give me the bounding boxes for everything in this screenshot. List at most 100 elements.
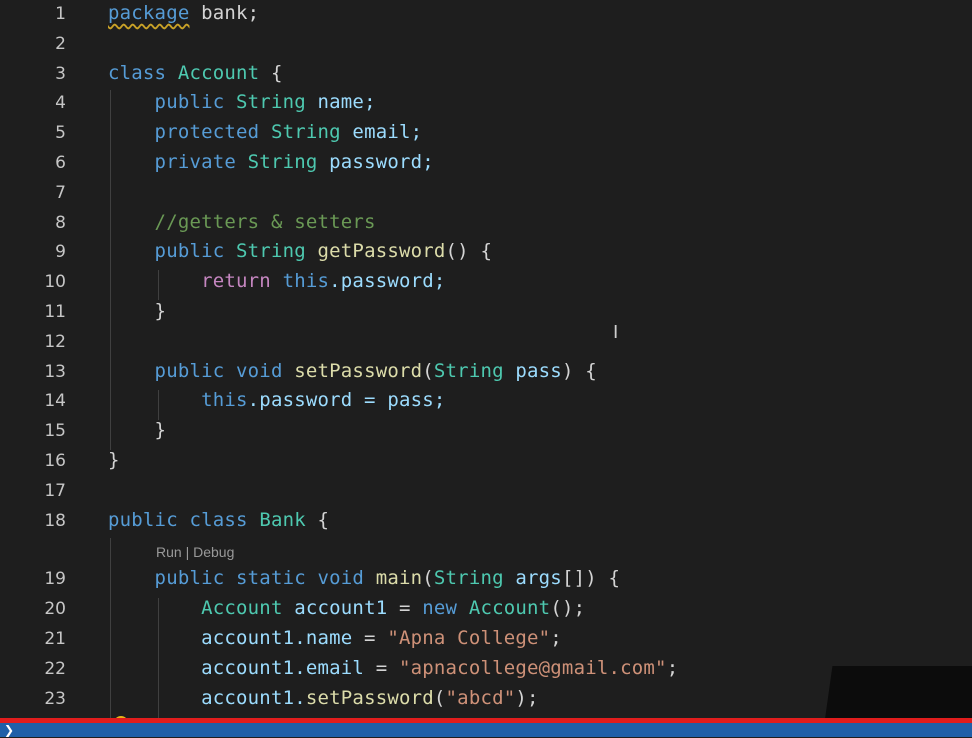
code-token: this	[282, 270, 330, 293]
line-number: 18	[44, 510, 66, 531]
code-token: String	[433, 567, 504, 590]
code-line[interactable]: public static void main(String args[]) {	[108, 567, 620, 589]
code-token: args	[503, 567, 562, 590]
code-token: package	[108, 2, 190, 24]
code-token: {	[259, 61, 283, 84]
code-token: account1.email	[108, 656, 365, 679]
code-token: main	[375, 567, 423, 590]
line-number: 14	[44, 391, 66, 412]
code-token: []) {	[561, 567, 621, 590]
code-token: bank;	[189, 2, 260, 24]
code-line[interactable]: }	[108, 300, 166, 322]
code-token: Bank	[259, 508, 306, 531]
line-number: 11	[44, 302, 66, 322]
line-number: 5	[55, 123, 66, 144]
line-number: 3	[55, 63, 66, 84]
code-token: ;	[550, 627, 562, 649]
codelens-run-debug[interactable]: Run | Debug	[156, 544, 234, 560]
code-line[interactable]: account1.name = "Apna College";	[108, 627, 562, 649]
code-token: Account	[468, 597, 551, 620]
line-number: 19	[44, 569, 66, 590]
line-number: 15	[44, 421, 66, 442]
code-token: =	[387, 597, 423, 620]
line-number: 16	[44, 451, 66, 471]
line-number: 21	[44, 629, 66, 649]
code-token: ;	[666, 656, 679, 679]
code-line[interactable]: class Account {	[108, 62, 283, 84]
line-number: 17	[44, 480, 66, 501]
indent-guide	[158, 270, 159, 300]
status-bar	[0, 723, 972, 737]
code-token: class	[108, 61, 178, 84]
text-cursor-icon: I	[613, 322, 619, 343]
code-token: new	[422, 597, 469, 620]
code-token: .password;	[329, 270, 446, 293]
code-token: name;	[305, 91, 376, 114]
code-token: String	[270, 121, 341, 144]
indent-guide	[110, 538, 111, 718]
code-token: }	[108, 419, 167, 442]
code-token: this	[108, 389, 248, 412]
line-number: 8	[55, 212, 66, 233]
code-token: setPassword	[294, 359, 423, 382]
code-token: String	[433, 359, 504, 382]
code-line[interactable]: public String getPassword() {	[108, 240, 492, 262]
line-number: 2	[55, 33, 66, 54]
video-overlay-shadow	[824, 666, 972, 726]
code-line[interactable]: }	[108, 419, 166, 441]
code-token: () {	[445, 240, 493, 263]
code-token: .password = pass;	[247, 389, 446, 412]
code-line[interactable]: public String name;	[108, 91, 376, 113]
code-line[interactable]: package bank;	[108, 2, 259, 24]
code-token: String	[236, 91, 306, 114]
code-token: setPassword	[305, 686, 434, 709]
code-line[interactable]: //getters & setters	[108, 211, 376, 233]
line-number: 9	[55, 242, 66, 263]
code-token: public static void	[108, 567, 376, 590]
code-token: "apnacollege@gmail.com"	[398, 656, 667, 679]
code-token: public class	[108, 508, 260, 531]
code-token: password;	[317, 151, 434, 173]
code-line[interactable]: }	[108, 449, 120, 471]
line-number: 20	[44, 599, 66, 620]
line-number: 1	[55, 4, 66, 24]
code-line[interactable]: Account account1 = new Account();	[108, 597, 585, 619]
code-line[interactable]: public void setPassword(String pass) {	[108, 360, 597, 382]
line-number: 7	[55, 182, 66, 203]
code-token: email;	[340, 121, 423, 144]
code-token: pass	[503, 359, 562, 382]
line-number: 4	[55, 93, 66, 114]
code-token: Account	[108, 597, 283, 620]
code-token: }	[108, 300, 167, 322]
code-editor[interactable]: 1 package bank; 2 3 class Account {4 public …	[0, 0, 972, 738]
code-token: public	[108, 91, 237, 114]
code-token: Account	[177, 61, 260, 84]
code-line[interactable]: account1.setPassword("abcd");	[108, 687, 539, 709]
remote-icon[interactable]: ❯	[4, 723, 14, 737]
code-token: =	[352, 627, 388, 649]
indent-guide	[158, 390, 159, 420]
code-token: protected	[108, 121, 271, 144]
code-token: public void	[108, 359, 295, 382]
line-number: 13	[44, 361, 66, 382]
code-token: "Apna College"	[387, 627, 551, 649]
code-token: //getters & setters	[108, 210, 376, 233]
code-token: (	[422, 567, 434, 590]
code-line[interactable]: public class Bank {	[108, 509, 329, 531]
code-token: account1	[282, 597, 388, 620]
line-number: 6	[55, 153, 66, 173]
line-number: 23	[44, 688, 66, 709]
code-line[interactable]: private String password;	[108, 151, 434, 173]
code-token: ();	[550, 597, 586, 620]
line-number: 12	[44, 331, 66, 352]
code-line[interactable]: account1.email = "apnacollege@gmail.com"…	[108, 657, 678, 679]
code-token: String	[247, 151, 318, 173]
code-token: String	[236, 240, 306, 263]
code-token: =	[364, 656, 399, 679]
code-token: );	[515, 686, 539, 709]
code-token: public	[108, 240, 237, 263]
indent-guide	[110, 90, 111, 450]
code-token: "abcd"	[445, 686, 516, 709]
code-line[interactable]: protected String email;	[108, 121, 423, 144]
code-token: account1.	[108, 686, 306, 709]
